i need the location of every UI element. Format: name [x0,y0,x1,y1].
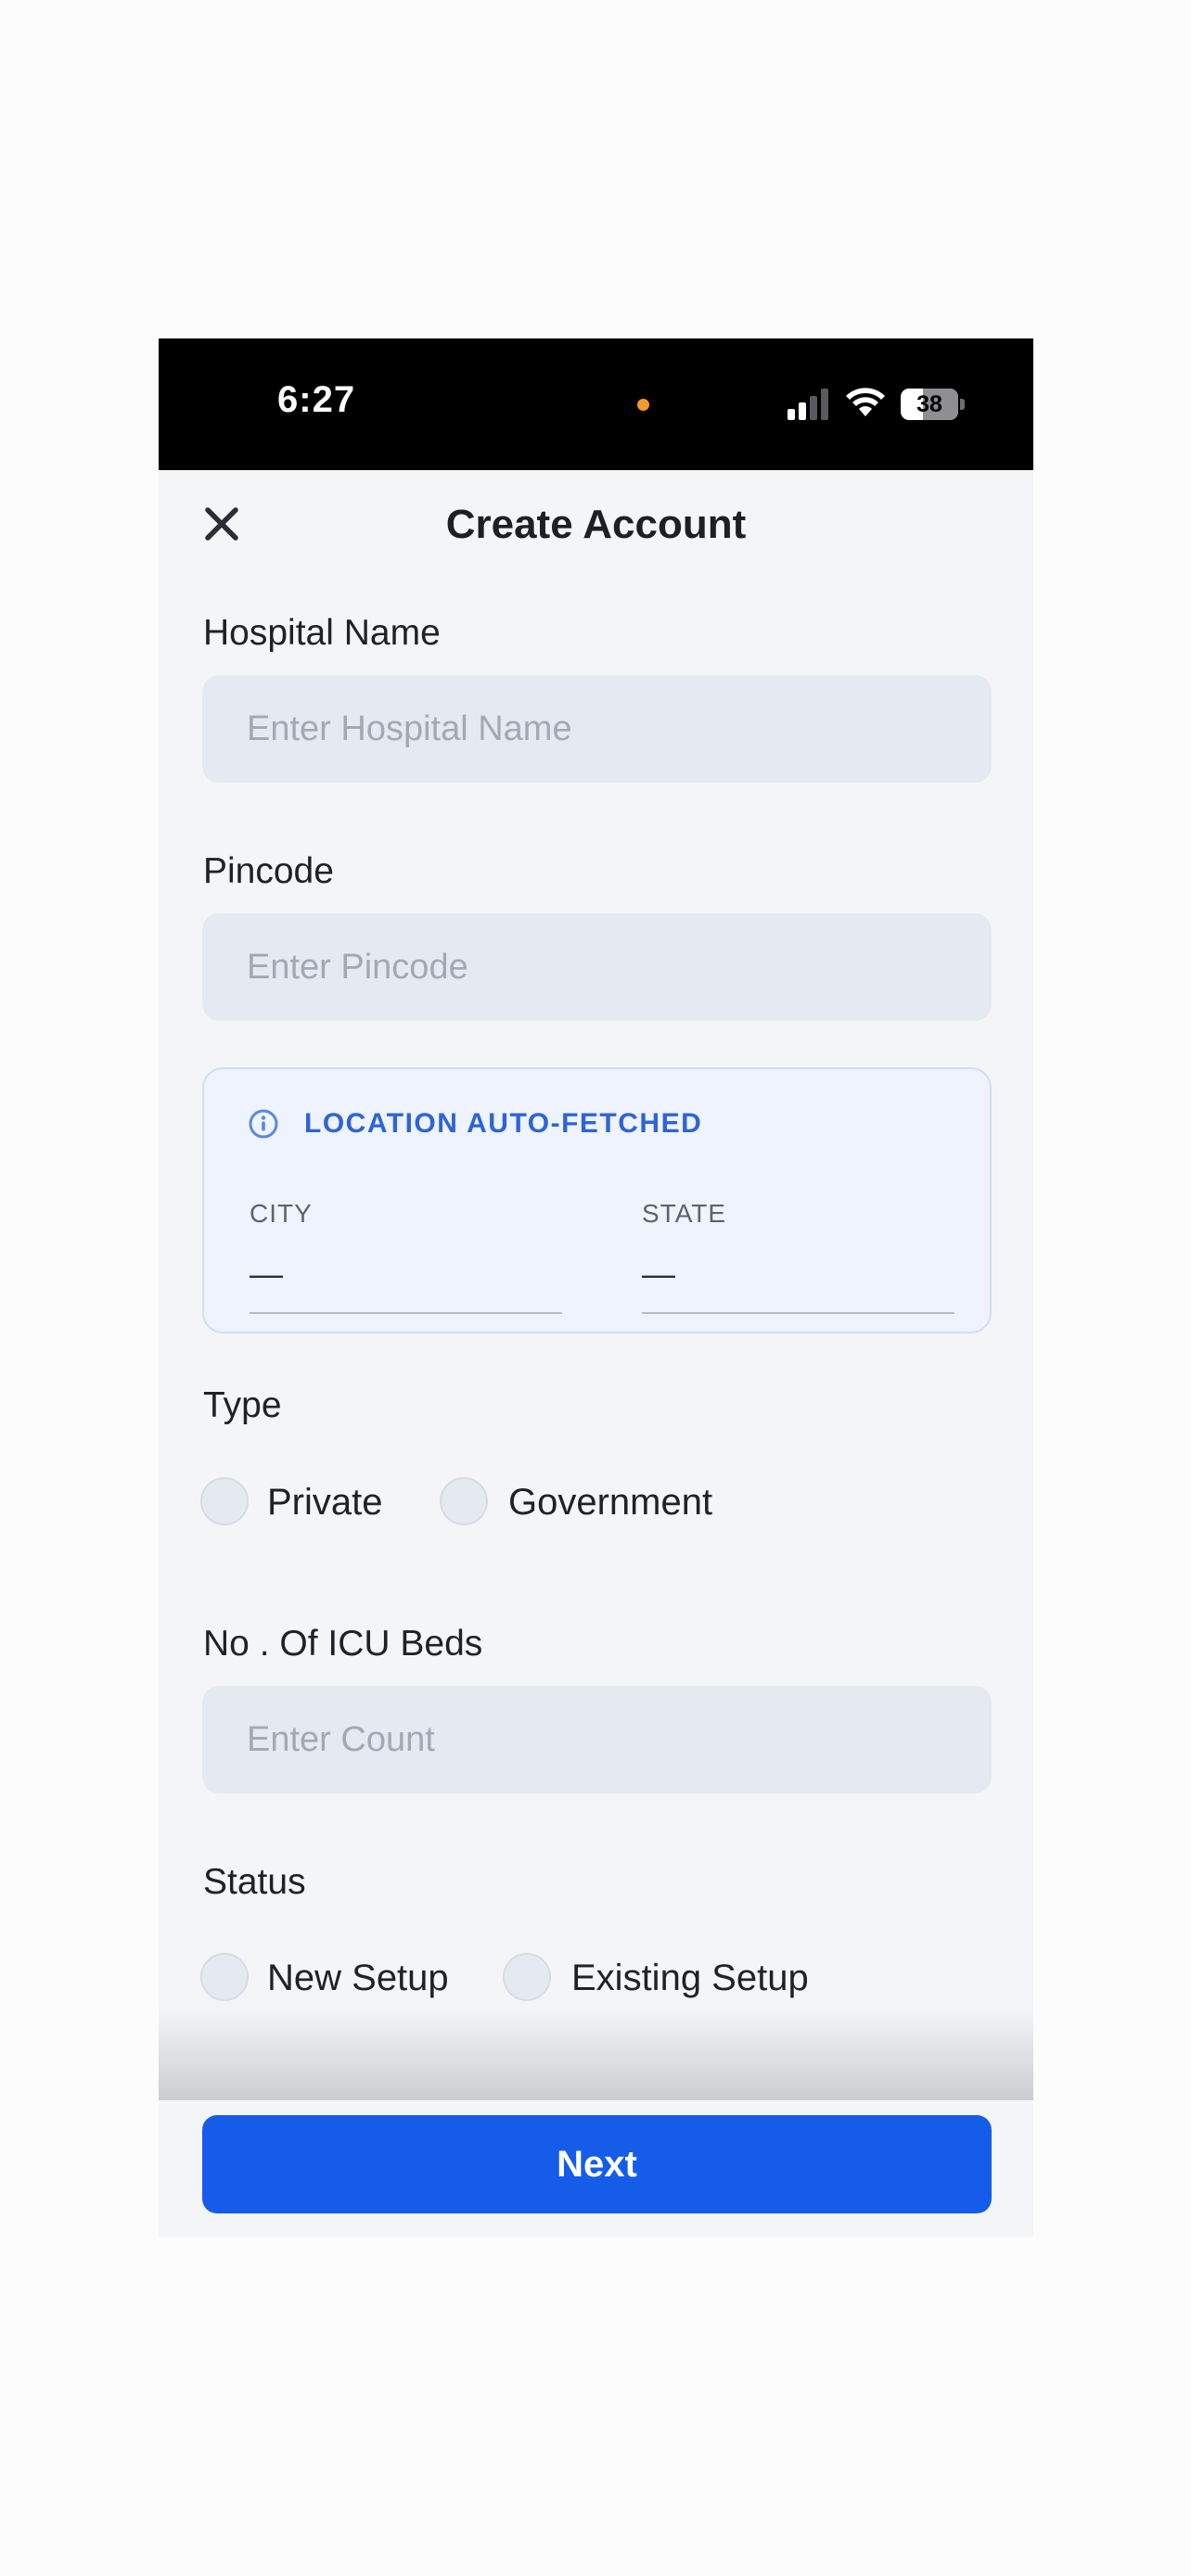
radio-government[interactable] [440,1477,488,1525]
footer-bar: Next [159,2100,1033,2238]
status-bar: 6:27 38 [159,338,1033,470]
battery-icon: 38 [901,389,966,420]
hospital-name-input[interactable] [202,675,992,783]
pincode-label: Pincode [203,851,334,891]
app-screen: 6:27 38 Create Account Hospital Name Ent… [159,338,1033,2238]
hospital-name-label: Hospital Name [203,613,441,653]
page-title: Create Account [445,502,747,547]
header: Create Account [159,470,1033,581]
battery-level: 38 [916,391,942,417]
state-underline [642,1312,954,1314]
type-label: Type [203,1385,282,1425]
signal-icon [788,389,828,420]
wifi-icon [846,388,885,416]
orange-dot-indicator [637,399,649,411]
state-label: STATE [642,1199,727,1228]
info-icon [249,1109,278,1139]
location-title: LOCATION AUTO-FETCHED [304,1108,703,1139]
radio-existing-setup[interactable] [503,1953,551,2001]
radio-existing-setup-label[interactable]: Existing Setup [571,1958,809,1999]
pincode-input[interactable] [202,913,992,1021]
status-time: 6:27 [277,379,356,420]
radio-private-label[interactable]: Private [267,1482,383,1524]
radio-private[interactable] [200,1477,249,1525]
footer-shadow [159,2008,1033,2100]
status-label: Status [203,1862,306,1902]
radio-government-label[interactable]: Government [508,1482,712,1524]
city-value: — [250,1255,283,1293]
state-value: — [642,1255,675,1293]
radio-new-setup-label[interactable]: New Setup [267,1958,449,1999]
city-underline [250,1312,562,1314]
icu-beds-input[interactable] [202,1686,992,1793]
location-card: LOCATION AUTO-FETCHED CITY — STATE — [202,1067,992,1333]
next-button[interactable]: Next [202,2115,992,2213]
city-label: CITY [250,1199,313,1228]
radio-new-setup[interactable] [200,1953,249,2001]
icu-beds-label: No . Of ICU Beds [203,1624,483,1664]
